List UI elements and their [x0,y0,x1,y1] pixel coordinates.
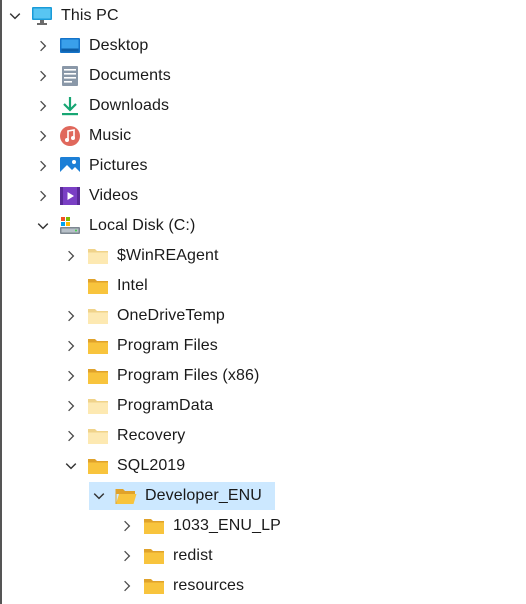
folder-icon [143,515,165,537]
folder-icon [87,425,109,447]
tree-item-label: OneDriveTemp [117,307,225,324]
tree-item-label: 1033_ENU_LP [173,517,281,534]
tree-item-onedrivetemp[interactable]: OneDriveTemp [61,302,225,330]
tree-item-developer-enu[interactable]: Developer_ENU [89,482,275,510]
chevron-right-icon[interactable] [61,392,81,420]
chevron-right-icon[interactable] [117,542,137,570]
tree-item-resources[interactable]: resources [117,572,244,600]
chevron-down-icon[interactable] [61,452,81,480]
tree-item-label: Music [89,127,132,144]
chevron-right-icon[interactable] [33,152,53,180]
tree-item-label: Recovery [117,427,186,444]
chevron-right-icon[interactable] [117,572,137,600]
tree-item-label: Developer_ENU [145,487,262,504]
folder-icon [87,455,109,477]
tree-item-label: Intel [117,277,148,294]
desktop-icon [59,35,81,57]
tree-item-label: redist [173,547,213,564]
tree-item-program-files[interactable]: Program Files [61,332,218,360]
folder-icon [143,575,165,597]
tree-item-label: Downloads [89,97,170,114]
tree-item-recovery[interactable]: Recovery [61,422,185,450]
tree-item-local-disk[interactable]: Local Disk (C:) [33,212,195,240]
tree-item-documents[interactable]: Documents [33,62,171,90]
chevron-right-icon[interactable] [117,512,137,540]
music-note-icon [59,125,81,147]
tree-item-music[interactable]: Music [33,122,131,150]
tree-item-label: Program Files [117,337,218,354]
folder-icon [87,365,109,387]
document-icon [59,65,81,87]
tree-item-label: Documents [89,67,171,84]
tree-item-downloads[interactable]: Downloads [33,92,169,120]
tree-item-this-pc[interactable]: This PC [5,2,119,30]
tree-item-label: resources [173,577,245,594]
chevron-right-icon[interactable] [61,332,81,360]
chevron-down-icon[interactable] [89,482,109,510]
tree-item-winreagent[interactable]: $WinREAgent [61,242,219,270]
tree-item-program-files-x86[interactable]: Program Files (x86) [61,362,259,390]
tree-item-videos[interactable]: Videos [33,182,138,210]
picture-icon [59,155,81,177]
chevron-right-icon[interactable] [33,92,53,120]
chevron-right-icon[interactable] [33,122,53,150]
folder-open-icon [115,485,137,507]
tree-item-1033-enu-lp[interactable]: 1033_ENU_LP [117,512,281,540]
tree-item-sql2019[interactable]: SQL2019 [61,452,185,480]
folder-icon [87,395,109,417]
tree-item-label: ProgramData [117,397,214,414]
chevron-down-icon[interactable] [5,2,25,30]
chevron-right-icon[interactable] [33,32,53,60]
chevron-right-icon[interactable] [33,62,53,90]
tree-item-label: Program Files (x86) [117,367,260,384]
chevron-right-icon[interactable] [61,242,81,270]
pane-border [0,0,2,604]
chevron-right-icon[interactable] [61,422,81,450]
chevron-right-icon[interactable] [61,362,81,390]
folder-icon [87,335,109,357]
tree-item-label: Videos [89,187,139,204]
tree-item-intel[interactable]: Intel [61,272,148,300]
tree-item-pictures[interactable]: Pictures [33,152,148,180]
tree-item-desktop[interactable]: Desktop [33,32,148,60]
video-icon [59,185,81,207]
tree-item-label: Pictures [89,157,148,174]
tree-item-programdata[interactable]: ProgramData [61,392,213,420]
tree-item-label: Local Disk (C:) [89,217,196,234]
download-arrow-icon [59,95,81,117]
chevron-down-icon[interactable] [33,212,53,240]
tree-item-redist[interactable]: redist [117,542,213,570]
tree-item-label: Desktop [89,37,149,54]
folder-icon [87,245,109,267]
monitor-icon [31,5,53,27]
tree-item-label: $WinREAgent [117,247,219,264]
tree-item-label: SQL2019 [117,457,186,474]
folder-icon [143,545,165,567]
drive-icon [59,215,81,237]
chevron-right-icon[interactable] [61,302,81,330]
folder-icon [87,275,109,297]
navigation-pane: This PC Desktop Documents Downloads Musi… [0,0,526,604]
chevron-right-icon[interactable] [33,182,53,210]
tree-item-label: This PC [61,7,119,24]
folder-icon [87,305,109,327]
